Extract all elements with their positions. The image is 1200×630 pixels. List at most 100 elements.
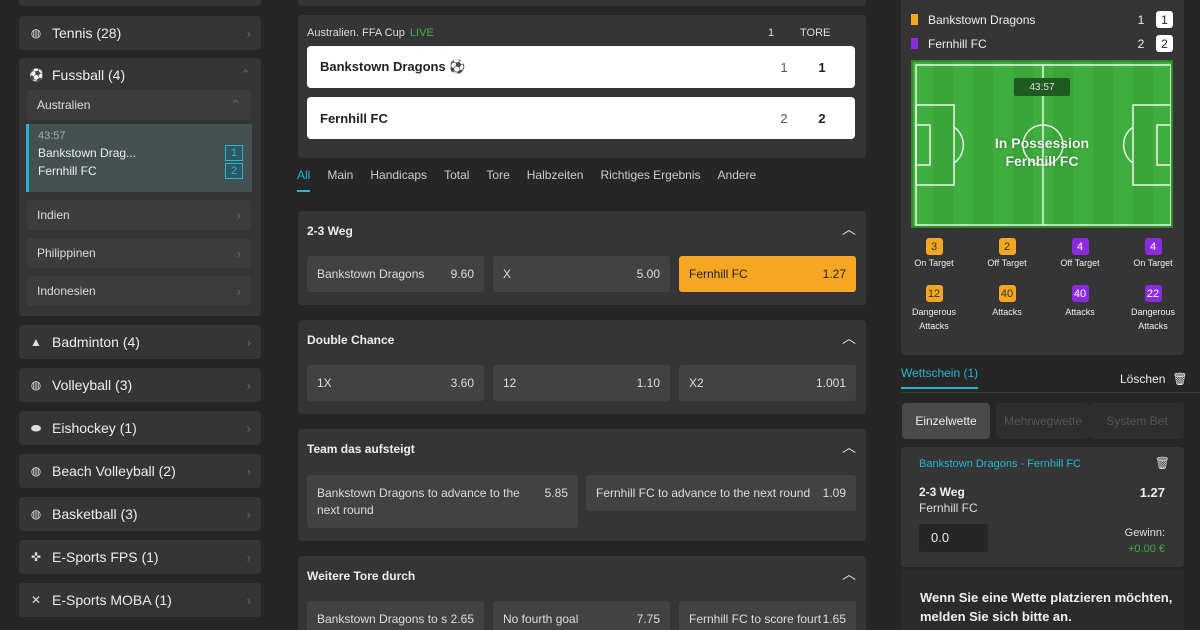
sport-item-tennis[interactable]: ◍ Tennis (28) › <box>19 16 261 50</box>
away-row: Fernhill FC 2 2 <box>307 97 855 139</box>
chevron-right-icon: › <box>246 377 251 393</box>
region-philippinen[interactable]: Philippinen › <box>27 238 251 268</box>
volleyball-icon: ◍ <box>30 464 42 478</box>
chevron-up-icon[interactable]: ︿ <box>842 437 856 457</box>
clear-betslip-button[interactable]: Löschen 🗑 <box>1120 372 1188 386</box>
stat-label: Attacks <box>992 307 1022 317</box>
sport-item-eishockey[interactable]: ⬬ Eishockey (1) › <box>19 411 261 445</box>
odd-button[interactable]: X2 1.001 <box>679 365 856 401</box>
region-label: Australien <box>37 98 91 112</box>
remove-bet-icon[interactable]: 🗑 <box>1155 456 1170 470</box>
trash-icon: 🗑 <box>1172 372 1188 386</box>
chevron-right-icon: › <box>236 207 241 223</box>
tab-halbzeiten[interactable]: Halbzeiten <box>527 160 584 192</box>
sport-item-volleyball[interactable]: ◍ Volleyball (3) › <box>19 368 261 402</box>
card-partial <box>298 0 866 6</box>
tab-main[interactable]: Main <box>327 160 353 192</box>
sport-item-partial[interactable] <box>19 0 261 6</box>
tab-all[interactable]: All <box>297 160 311 192</box>
bet-match[interactable]: Bankstown Dragons - Fernhill FC <box>919 458 1081 470</box>
chevron-right-icon: › <box>246 334 251 350</box>
stake-input[interactable]: 0.0 <box>919 524 988 552</box>
sport-label: Volleyball (3) <box>52 377 133 393</box>
sport-label: E-Sports FPS (1) <box>52 549 159 565</box>
chevron-up-icon[interactable]: ︿ <box>842 328 856 348</box>
sport-item-badminton[interactable]: ▲ Badminton (4) › <box>19 325 261 359</box>
chevron-right-icon: › <box>236 283 241 299</box>
market-further-goals: Weitere Tore durch ︿ Bankstown Dragons t… <box>298 556 866 630</box>
odd-value: 1.09 <box>822 486 846 500</box>
sport-item-fussball: ⚽ Fussball (4) ⌃ Australien ⌃ 43:57 Bank… <box>19 58 261 316</box>
football-icon: ⚽ <box>29 68 44 82</box>
stat-value: 40 <box>1071 285 1089 302</box>
fussball-header[interactable]: ⚽ Fussball (4) ⌃ <box>29 67 251 83</box>
sport-item-beach-volleyball[interactable]: ◍ Beach Volleyball (2) › <box>19 454 261 488</box>
odd-button[interactable]: X 5.00 <box>493 256 670 292</box>
market-3way: 2-3 Weg ︿ Bankstown Dragons 9.60 X 5.00 Fe… <box>298 211 866 305</box>
bet-odds: 1.27 <box>1139 485 1165 500</box>
odd-label: Fernhill FC to score fourt <box>689 612 822 626</box>
stat-item: 4 Off Target <box>1047 238 1113 268</box>
right-panel: Bankstown Dragons 1 1 Fernhill FC 2 2 43… <box>883 0 1200 630</box>
region-indien[interactable]: Indien › <box>27 200 251 230</box>
single-bet-tab[interactable]: Einzelwette <box>902 403 990 439</box>
tab-andere[interactable]: Andere <box>718 160 757 192</box>
tab-richtiges-ergebnis[interactable]: Richtiges Ergebnis <box>600 160 700 192</box>
odd-button[interactable]: 1X 3.60 <box>307 365 484 401</box>
away-team: Fernhill FC <box>928 36 987 51</box>
stat-item: 40 Attacks <box>1047 285 1113 319</box>
chevron-up-icon[interactable]: ︿ <box>842 219 856 239</box>
puck-icon: ⬬ <box>30 420 42 435</box>
home-row: Bankstown Dragons ⚽ 1 1 <box>307 46 855 88</box>
stat-label: Off Target <box>987 258 1027 268</box>
sport-item-esports-moba[interactable]: ✕ E-Sports MOBA (1) › <box>19 583 261 617</box>
home-color-marker <box>911 14 918 25</box>
odd-button[interactable]: Bankstown Dragons to s 2.65 <box>307 601 484 630</box>
region-indonesien[interactable]: Indonesien › <box>27 276 251 306</box>
market-tabs: All Main Handicaps Total Tore Halbzeiten… <box>297 160 773 192</box>
stats-away-row: Fernhill FC 2 2 <box>911 35 1173 52</box>
away-period-score: 2 <box>1137 36 1145 51</box>
basketball-icon: ◍ <box>30 507 42 521</box>
tab-tore[interactable]: Tore <box>486 160 509 192</box>
away-team: Fernhill FC <box>38 164 97 178</box>
sports-sidebar: ◍ Tennis (28) › ⚽ Fussball (4) ⌃ Austral… <box>0 0 280 630</box>
sport-label: Eishockey (1) <box>52 420 137 436</box>
tab-handicaps[interactable]: Handicaps <box>370 160 427 192</box>
odd-button[interactable]: Bankstown Dragons 9.60 <box>307 256 484 292</box>
stat-value: 40 <box>998 285 1016 302</box>
market-title: Team das aufsteigt <box>307 442 415 456</box>
live-match-item[interactable]: 43:57 Bankstown Drag... 1 Fernhill FC 2 <box>26 124 252 192</box>
home-score: 1 <box>1156 11 1173 28</box>
scoreboard: Australien. FFA Cup LIVE 1 TORE Bankstow… <box>298 15 866 158</box>
chevron-right-icon: › <box>246 25 251 41</box>
odd-button-selected[interactable]: Fernhill FC 1.27 <box>679 256 856 292</box>
odd-button[interactable]: No fourth goal 7.75 <box>493 601 670 630</box>
away-period-score: 2 <box>780 110 788 126</box>
odd-button[interactable]: Fernhill FC to score fourt 1.65 <box>679 601 856 630</box>
betslip-tab[interactable]: Wettschein (1) <box>901 366 979 389</box>
region-australien[interactable]: Australien ⌃ <box>27 90 251 120</box>
chevron-up-icon[interactable]: ︿ <box>842 564 856 584</box>
stat-label: Off Target <box>1060 258 1100 268</box>
away-color-marker <box>911 38 918 49</box>
live-indicator: LIVE <box>409 27 434 39</box>
stat-value: 4 <box>1144 238 1162 255</box>
multi-bet-tab[interactable]: Mehrwegwette <box>996 403 1090 439</box>
odd-value: 9.60 <box>450 267 474 281</box>
sport-item-esports-fps[interactable]: ✜ E-Sports FPS (1) › <box>19 540 261 574</box>
odd-button[interactable]: 12 1.10 <box>493 365 670 401</box>
system-bet-tab[interactable]: System Bet <box>1090 403 1184 439</box>
odd-label: Bankstown Dragons to advance to the next… <box>317 485 520 517</box>
odd-value: 2.65 <box>450 612 474 626</box>
odd-button[interactable]: Fernhill FC to advance to the next round… <box>586 475 856 511</box>
sport-item-basketball[interactable]: ◍ Basketball (3) › <box>19 497 261 531</box>
bet-market: 2-3 Weg <box>919 485 965 499</box>
tab-total[interactable]: Total <box>444 160 469 192</box>
shuttlecock-icon: ▲ <box>30 335 42 349</box>
odd-button[interactable]: Bankstown Dragons to advance to the next… <box>307 475 578 528</box>
possession-team: Fernhill FC <box>1005 153 1079 169</box>
stat-value: 3 <box>925 238 943 255</box>
odd-label: 12 <box>503 376 517 390</box>
home-score: 1 <box>225 145 243 161</box>
